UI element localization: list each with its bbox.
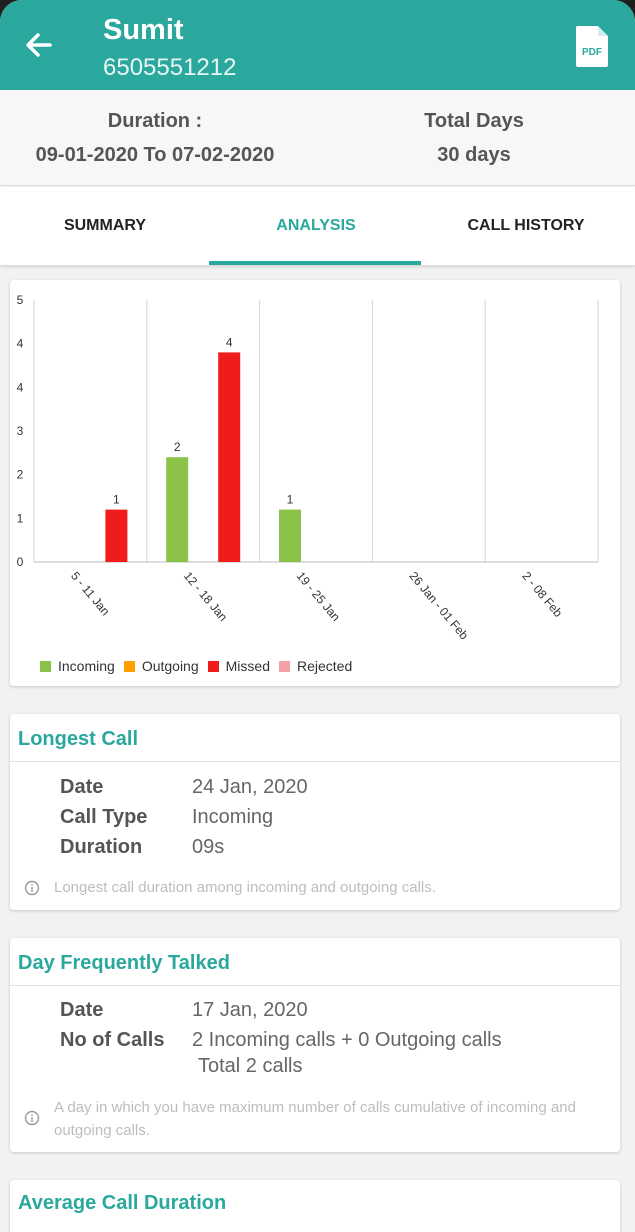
frequent-day-card: Day Frequently Talked Date 17 Jan, 2020 …	[10, 938, 620, 1152]
longest-call-title: Longest Call	[18, 728, 139, 750]
y-tick-label: 0	[17, 555, 24, 569]
legend-swatch-rejected	[279, 660, 290, 672]
legend-item-incoming: Incoming	[40, 658, 115, 674]
bar-value-label: 2	[174, 440, 181, 454]
legend-swatch-missed	[207, 660, 219, 672]
frequent-day-title: Day Frequently Talked	[18, 952, 230, 974]
y-tick-label: 4	[17, 337, 24, 351]
y-tick-label: 4	[17, 380, 24, 394]
bar-value-label: 4	[226, 335, 233, 349]
longest-call-note: Longest call duration among incoming and…	[54, 879, 436, 896]
y-tick-label: 2	[17, 468, 24, 482]
legend-item-outgoing: Outgoing	[123, 658, 199, 674]
contact-name: Sumit	[103, 14, 184, 46]
x-tick-label: 26 Jan - 01 Feb	[407, 569, 472, 643]
bar-value-label: 1	[287, 493, 294, 507]
legend-label-rejected: Rejected	[297, 658, 353, 674]
chart-legend: Incoming Outgoing Missed Rejected	[40, 658, 361, 674]
legend-swatch-incoming	[40, 660, 51, 672]
duration-value: 09-01-2020 To 07-02-2020	[35, 144, 275, 166]
bar-missed	[218, 352, 241, 562]
average-call-card: Average Call Duration	[10, 1180, 620, 1232]
y-tick-label: 5	[17, 293, 24, 307]
legend-swatch-outgoing	[123, 660, 135, 672]
tab-call-history[interactable]: CALL HISTORY	[421, 187, 631, 265]
legend-item-rejected: Rejected	[279, 658, 352, 674]
frequent-day-calls-value: 2 Incoming calls + 0 Outgoing calls	[192, 1029, 502, 1051]
total-days-value: 30 days	[437, 144, 511, 166]
frequent-day-date-value: 17 Jan, 2020	[192, 999, 308, 1021]
app-screen: Sumit 6505551212 PDF Duration : 09-01-20…	[0, 0, 635, 1232]
weekly-calls-chart: 0 1 2 3 4 4 5 1 5 - 11 Jan 2 4 12 - 18 Jan 1 19 - 25 …	[17, 293, 599, 643]
active-tab-indicator	[209, 261, 421, 265]
pdf-file-icon[interactable]: PDF	[574, 24, 610, 68]
x-tick-label: 12 - 18 Jan	[181, 569, 230, 624]
bar-incoming	[166, 457, 189, 562]
contact-phone: 6505551212	[103, 54, 237, 81]
svg-text:PDF: PDF	[582, 47, 602, 58]
frequent-day-calls-label: No of Calls	[60, 1029, 165, 1051]
longest-call-date-label: Date	[60, 776, 104, 798]
legend-label-incoming: Incoming	[58, 658, 115, 674]
longest-call-type-value: Incoming	[192, 806, 274, 828]
tab-analysis[interactable]: ANALYSIS	[211, 187, 421, 265]
legend-item-missed: Missed	[207, 658, 270, 674]
info-icon	[24, 880, 40, 896]
average-call-title: Average Call Duration	[18, 1192, 227, 1214]
y-tick-label: 1	[17, 511, 24, 525]
longest-call-duration-value: 09s	[192, 836, 225, 858]
bar-missed	[105, 509, 128, 562]
frequent-day-note: A day in which you have maximum number o…	[54, 1099, 576, 1139]
tab-bar: SUMMARY ANALYSIS CALL HISTORY	[0, 187, 635, 265]
legend-label-outgoing: Outgoing	[141, 658, 199, 674]
app-bar: Sumit 6505551212 PDF	[0, 0, 635, 90]
bar-value-label: 1	[113, 493, 120, 507]
frequent-day-date-label: Date	[60, 999, 104, 1021]
longest-call-header: Longest Call	[10, 714, 620, 762]
y-tick-label: 3	[17, 424, 24, 438]
x-tick-label: 19 - 25 Jan	[294, 569, 343, 624]
legend-label-missed: Missed	[225, 658, 270, 674]
info-icon	[24, 1110, 40, 1126]
period-summary: Duration : 09-01-2020 To 07-02-2020 Tota…	[0, 90, 635, 186]
x-tick-label: 5 - 11 Jan	[68, 569, 112, 618]
longest-call-date-value: 24 Jan, 2020	[192, 776, 308, 798]
arrow-left-icon[interactable]	[22, 28, 56, 62]
longest-call-type-label: Call Type	[60, 806, 148, 828]
bar-incoming	[279, 509, 301, 562]
frequent-day-calls-total: Total 2 calls	[198, 1055, 303, 1077]
duration-label: Duration :	[107, 110, 203, 132]
tab-summary[interactable]: SUMMARY	[0, 187, 210, 265]
longest-call-duration-label: Duration	[60, 836, 143, 858]
frequent-day-header: Day Frequently Talked	[10, 938, 620, 986]
x-tick-label: 2 - 08 Feb	[519, 569, 565, 620]
weekly-calls-chart-card: 0 1 2 3 4 4 5 1 5 - 11 Jan 2 4 12 - 18 Jan 1 19 - 25 …	[10, 280, 620, 686]
total-days-label: Total Days	[424, 110, 524, 132]
longest-call-card: Longest Call Date 24 Jan, 2020 Call Type…	[10, 714, 620, 910]
